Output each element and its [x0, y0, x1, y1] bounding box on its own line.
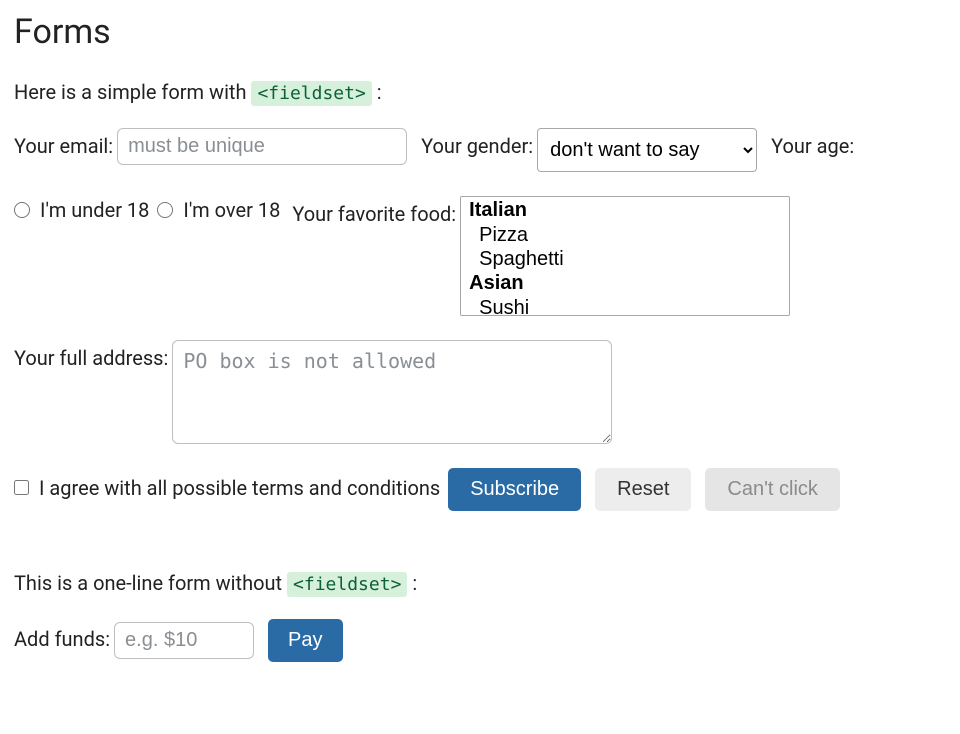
subscribe-button[interactable]: Subscribe [448, 468, 581, 511]
food-group-italian: Pizza Spaghetti [467, 199, 789, 272]
fieldset-code-tag: <fieldset> [251, 81, 371, 106]
spacer [14, 535, 946, 571]
age-label: Your age: [771, 128, 854, 158]
food-option-sushi[interactable]: Sushi [467, 297, 789, 316]
section2-paragraph: This is a one-line form without <fieldse… [14, 571, 946, 595]
food-label: Your favorite food: [292, 196, 456, 226]
age-radio-under18-label: I'm under 18 [40, 198, 149, 222]
row-age-food: I'm under 18 I'm over 18 Your favorite f… [14, 196, 946, 316]
page-title: Forms [14, 12, 946, 52]
row-terms-buttons: I agree with all possible terms and cond… [14, 468, 946, 511]
button-row: Subscribe Reset Can't click [448, 468, 840, 511]
email-label: Your email: [14, 128, 113, 158]
address-label: Your full address: [14, 340, 168, 370]
row-email-gender-age: Your email: Your gender: don't want to s… [14, 128, 946, 172]
terms-checkbox-wrap: I agree with all possible terms and cond… [14, 476, 440, 500]
pay-button[interactable]: Pay [268, 619, 342, 662]
terms-checkbox[interactable] [14, 480, 29, 495]
age-radio-under18[interactable] [14, 202, 30, 218]
section2-prefix: This is a one-line form without [14, 571, 287, 595]
section2-suffix: : [412, 571, 417, 595]
intro-prefix: Here is a simple form with [14, 80, 251, 104]
reset-button[interactable]: Reset [595, 468, 691, 511]
age-radio-over18[interactable] [157, 202, 173, 218]
row-funds: Add funds: Pay [14, 619, 946, 662]
age-radio-over18-label: I'm over 18 [183, 198, 280, 222]
cant-click-button: Can't click [705, 468, 840, 511]
age-radio-over18-wrap: I'm over 18 [157, 196, 280, 222]
food-select[interactable]: Pizza Spaghetti Sushi [460, 196, 790, 316]
email-field[interactable] [117, 128, 407, 165]
food-group-asian: Sushi [467, 272, 789, 316]
address-textarea[interactable] [172, 340, 612, 444]
gender-select[interactable]: don't want to say [537, 128, 757, 172]
row-address: Your full address: [14, 340, 946, 444]
funds-label: Add funds: [14, 621, 110, 651]
terms-label: I agree with all possible terms and cond… [39, 476, 440, 500]
age-radio-under18-wrap: I'm under 18 [14, 196, 149, 222]
fieldset-code-tag-2: <fieldset> [287, 572, 407, 597]
food-option-spaghetti[interactable]: Spaghetti [467, 248, 789, 272]
gender-label: Your gender: [421, 128, 533, 158]
funds-field[interactable] [114, 622, 254, 659]
intro-paragraph: Here is a simple form with <fieldset> : [14, 80, 946, 104]
intro-suffix: : [377, 80, 382, 104]
food-option-pizza[interactable]: Pizza [467, 224, 789, 248]
